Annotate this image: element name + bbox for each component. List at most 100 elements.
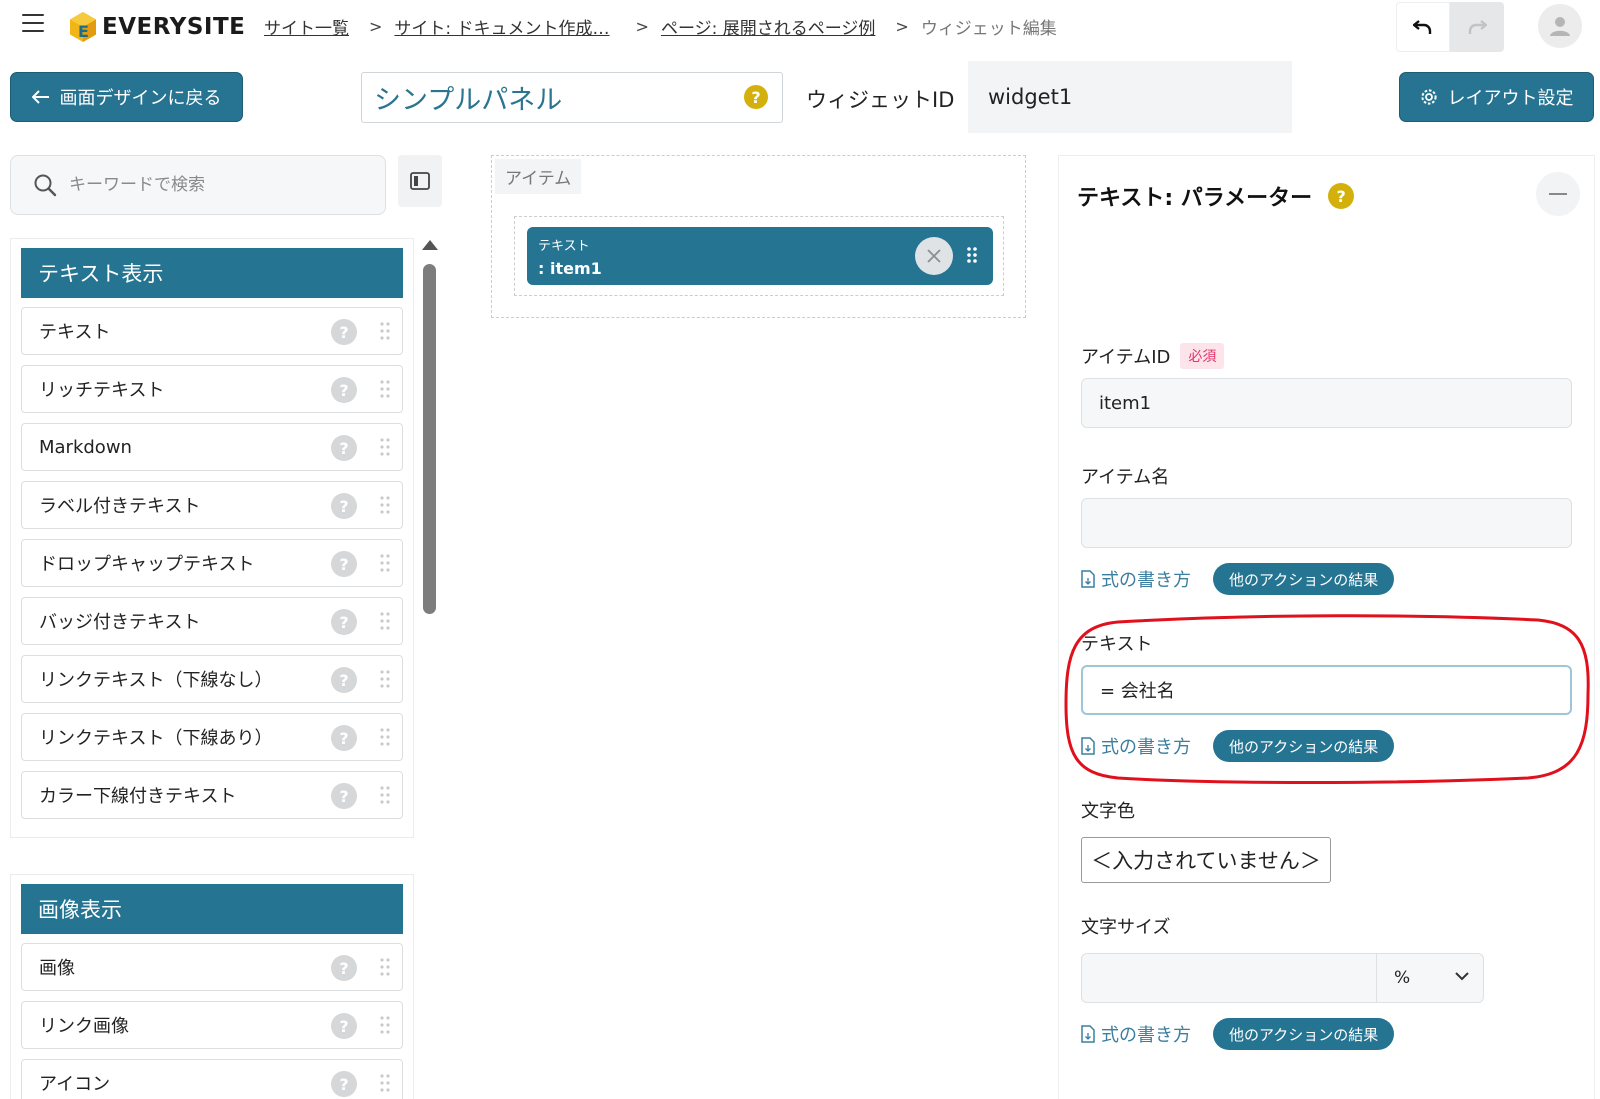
user-avatar[interactable] — [1538, 4, 1582, 48]
minimize-panel-button[interactable] — [1536, 172, 1580, 216]
drag-handle-icon[interactable] — [380, 553, 390, 573]
text-color-picker[interactable]: ＜入力されていません＞ — [1081, 837, 1331, 883]
gear-icon — [1420, 89, 1437, 105]
help-icon[interactable]: ? — [331, 783, 357, 809]
help-icon[interactable]: ? — [331, 725, 357, 751]
minus-icon — [1549, 193, 1567, 195]
help-icon[interactable]: ? — [331, 1013, 357, 1039]
help-icon[interactable]: ? — [331, 1071, 357, 1097]
palette-item[interactable]: アイコン? — [21, 1059, 403, 1099]
item-name-label: アイテム名 — [1081, 467, 1170, 488]
item-id-label: アイテムID 必須 — [1081, 343, 1225, 369]
help-icon[interactable]: ? — [331, 609, 357, 635]
palette-item[interactable]: リンクテキスト（下線あり）? — [21, 713, 403, 761]
group-header[interactable]: テキスト表示 — [21, 248, 403, 298]
palette-item[interactable]: バッジ付きテキスト? — [21, 597, 403, 645]
highlight-annotation — [1064, 614, 1590, 784]
scroll-up-arrow-icon[interactable] — [422, 240, 438, 250]
drag-handle-icon[interactable] — [380, 785, 390, 805]
drag-handle-icon[interactable] — [380, 611, 390, 631]
formula-help-link[interactable]: 式の書き方 — [1081, 1021, 1191, 1047]
breadcrumb: サイト一覧 > サイト: ドキュメント作成… > ページ: 展開されるページ例 … — [264, 14, 1057, 39]
palette-item[interactable]: リッチテキスト? — [21, 365, 403, 413]
palette-item[interactable]: ドロップキャップテキスト? — [21, 539, 403, 587]
formula-help-link[interactable]: 式の書き方 — [1081, 566, 1191, 592]
font-size-input[interactable] — [1081, 953, 1377, 1003]
palette-item[interactable]: Markdown? — [21, 423, 403, 471]
drag-handle-icon[interactable] — [380, 379, 390, 399]
help-icon[interactable]: ? — [331, 955, 357, 981]
help-icon[interactable]: ? — [331, 493, 357, 519]
help-icon[interactable]: ? — [744, 85, 768, 109]
item-name-input[interactable] — [1081, 498, 1572, 548]
item-canvas: アイテム テキスト : item1 — [491, 155, 1026, 318]
widget-title-field[interactable]: シンプルパネル ? — [361, 72, 783, 123]
drag-handle-icon[interactable] — [380, 669, 390, 689]
redo-icon — [1468, 20, 1487, 34]
canvas-label: アイテム — [495, 159, 582, 194]
other-action-result-button[interactable]: 他のアクションの結果 — [1213, 563, 1395, 595]
undo-icon — [1413, 20, 1432, 34]
widget-id-field[interactable]: widget1 — [968, 61, 1292, 133]
drag-handle-icon[interactable] — [380, 321, 390, 341]
palette-item[interactable]: リンクテキスト（下線なし）? — [21, 655, 403, 703]
palette-item[interactable]: カラー下線付きテキスト? — [21, 771, 403, 819]
arrow-left-icon — [31, 90, 49, 104]
search-input[interactable] — [69, 175, 349, 195]
formula-link-text: 式の書き方 — [1101, 570, 1191, 591]
breadcrumb-site-list[interactable]: サイト一覧 — [264, 14, 349, 39]
drag-handle-icon[interactable] — [380, 957, 390, 977]
item-id-input[interactable]: item1 — [1081, 378, 1572, 428]
drag-handle-icon[interactable] — [380, 437, 390, 457]
chevron-down-icon — [1455, 972, 1469, 981]
redo-button[interactable] — [1450, 2, 1504, 52]
hamburger-menu-icon[interactable] — [22, 14, 44, 34]
required-badge: 必須 — [1180, 343, 1225, 369]
palette-group: テキスト表示 テキスト? リッチテキスト? Markdown? ラベル付きテキスト? ドロ… — [10, 238, 414, 838]
drag-handle-icon[interactable] — [380, 727, 390, 747]
item-chip[interactable]: テキスト : item1 — [527, 227, 993, 285]
formula-link-text: 式の書き方 — [1101, 1025, 1191, 1046]
breadcrumb-page[interactable]: ページ: 展開されるページ例 — [661, 14, 875, 39]
remove-item-button[interactable] — [915, 237, 953, 275]
breadcrumb-site[interactable]: サイト: ドキュメント作成… — [394, 14, 609, 39]
palette-item[interactable]: 画像? — [21, 943, 403, 991]
group-header[interactable]: 画像表示 — [21, 884, 403, 934]
help-icon[interactable]: ? — [331, 667, 357, 693]
drag-handle-icon[interactable] — [380, 1073, 390, 1093]
drag-handle-icon[interactable] — [380, 495, 390, 515]
help-icon[interactable]: ? — [1328, 183, 1355, 209]
other-action-result-button[interactable]: 他のアクションの結果 — [1213, 1018, 1395, 1050]
breadcrumb-separator: > — [895, 17, 909, 36]
widget-title: シンプルパネル — [374, 85, 563, 116]
palette-item[interactable]: テキスト? — [21, 307, 403, 355]
palette-group: 画像表示 画像? リンク画像? アイコン? — [10, 874, 414, 1099]
palette-item-label: 画像 — [39, 958, 75, 979]
document-icon — [1081, 570, 1095, 588]
undo-button[interactable] — [1396, 2, 1450, 52]
help-icon[interactable]: ? — [331, 377, 357, 403]
font-size-unit-select[interactable]: % — [1376, 953, 1484, 1003]
search-icon — [34, 174, 57, 197]
item-id-label-text: アイテムID — [1081, 347, 1171, 368]
back-to-design-button[interactable]: 画面デザインに戻る — [10, 72, 243, 122]
palette-item[interactable]: ラベル付きテキスト? — [21, 481, 403, 529]
drag-handle-icon[interactable] — [967, 247, 977, 263]
size-help-row: 式の書き方 他のアクションの結果 — [1081, 1018, 1395, 1050]
drag-handle-icon[interactable] — [380, 1015, 390, 1035]
item-name-help-row: 式の書き方 他のアクションの結果 — [1081, 563, 1395, 595]
layout-settings-button[interactable]: レイアウト設定 — [1399, 72, 1594, 122]
drop-zone[interactable]: テキスト : item1 — [514, 216, 1004, 296]
palette-item[interactable]: リンク画像? — [21, 1001, 403, 1049]
palette-item-label: テキスト — [39, 322, 111, 343]
palette-item-label: ドロップキャップテキスト — [39, 554, 255, 575]
palette-item-label: カラー下線付きテキスト — [39, 786, 237, 807]
logo[interactable]: E EVERYSITE — [68, 10, 245, 44]
scrollbar-thumb[interactable] — [423, 264, 436, 614]
collapse-sidebar-button[interactable] — [398, 155, 442, 207]
help-icon[interactable]: ? — [331, 319, 357, 345]
palette-scrollbar[interactable] — [418, 238, 442, 1088]
breadcrumb-separator: > — [369, 17, 383, 36]
help-icon[interactable]: ? — [331, 551, 357, 577]
help-icon[interactable]: ? — [331, 435, 357, 461]
